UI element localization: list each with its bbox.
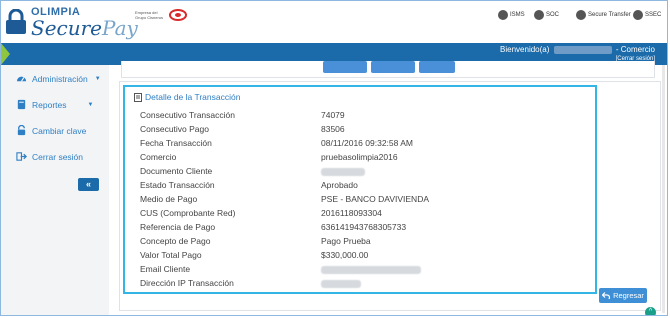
sidebar: Administración ▼ Reportes ▼ Cambiar clave … [1, 65, 109, 315]
row-value: Aprobado [321, 180, 358, 190]
sidebar-item-cambiar-clave[interactable]: Cambiar clave [16, 125, 86, 136]
transaction-detail-panel: Detalle de la Transacción Consecutivo Tr… [123, 85, 597, 294]
row-value: 08/11/2016 09:32:58 AM [321, 138, 414, 148]
detail-row: Email Cliente [140, 264, 560, 276]
sidebar-item-label: Cerrar sesión [32, 151, 84, 162]
unlock-icon [17, 125, 26, 136]
row-value: Pago Prueba [321, 236, 371, 246]
row-label: Valor Total Pago [140, 250, 202, 260]
caret-down-icon: ▼ [94, 75, 101, 82]
detail-row: Comercio pruebasolimpia2016 [140, 152, 560, 164]
row-label: Concepto de Pago [140, 236, 211, 246]
detail-title: Detalle de la Transacción [134, 92, 240, 102]
row-label: Estado Transacción [140, 180, 215, 190]
row-label: Comercio [140, 152, 177, 162]
detail-row: Concepto de Pago Pago Prueba [140, 236, 560, 248]
sign-out-icon [16, 152, 27, 161]
cert-label: SOC [546, 12, 560, 18]
row-label: Documento Cliente [140, 166, 213, 176]
secure-transfer-cert-icon [576, 10, 586, 20]
detail-title-text: Detalle de la Transacción [145, 92, 241, 102]
cert-ssec: SSEC [633, 10, 661, 20]
filter-button[interactable] [371, 61, 415, 73]
scroll-to-top-button[interactable]: ^ [645, 307, 656, 315]
sidebar-item-cerrar-sesion[interactable]: Cerrar sesión [16, 151, 83, 162]
lock-logo-icon [6, 9, 26, 34]
undo-icon [602, 292, 611, 299]
detail-row: CUS (Comprobante Red) 2016118093304 [140, 208, 560, 220]
brand-logo[interactable]: OLIMPIA SecurePay [5, 5, 138, 41]
cert-label: Secure Transfer [588, 12, 631, 18]
row-label: Dirección IP Transacción [140, 278, 234, 288]
cert-label: ISMS [510, 12, 525, 18]
soc-cert-icon [534, 10, 544, 20]
detail-row: Estado Transacción Aprobado [140, 180, 560, 192]
row-value: PSE - BANCO DAVIVIENDA [321, 194, 430, 204]
row-value: $330,000.00 [321, 250, 369, 260]
brand-securepay: SecurePay [31, 16, 138, 40]
row-label: Fecha Transacción [140, 138, 212, 148]
sidebar-item-label: Cambiar clave [32, 125, 87, 136]
detail-row: Medio de Pago PSE - BANCO DAVIVIENDA [140, 194, 560, 206]
cert-soc: SOC [534, 10, 559, 20]
collapse-sidebar-button[interactable]: « [78, 178, 99, 191]
isms-cert-icon [498, 10, 508, 20]
welcome-text: Bienvenido(a) - Comercio [500, 45, 655, 54]
detail-container: Detalle de la Transacción Consecutivo Tr… [119, 81, 661, 311]
app-window: OLIMPIA SecurePay Empresa del Grupo Cisn… [0, 0, 668, 316]
user-name-redacted [553, 45, 612, 54]
welcome-prefix: Bienvenido(a) [500, 45, 550, 54]
row-value: 2016118093304 [321, 208, 382, 218]
detail-row: Referencia de Pago 636141943768305733 [140, 222, 560, 234]
detail-row: Consecutivo Pago 83506 [140, 124, 560, 136]
row-value-redacted [321, 278, 361, 288]
detail-row: Valor Total Pago $330,000.00 [140, 250, 560, 262]
ssec-cert-icon [633, 10, 643, 20]
row-label: Consecutivo Pago [140, 124, 209, 134]
row-label: Email Cliente [140, 264, 191, 274]
row-value: pruebasolimpia2016 [321, 152, 398, 162]
accent-triangle [1, 43, 10, 65]
grupo-cisneros-logo-icon [169, 9, 187, 21]
group-text: Empresa del Grupo Cisneros [135, 10, 164, 20]
row-value-redacted [321, 264, 421, 274]
header: OLIMPIA SecurePay Empresa del Grupo Cisn… [1, 1, 667, 43]
cert-isms: ISMS [498, 10, 525, 20]
detail-row: Documento Cliente [140, 166, 560, 178]
caret-down-icon: ▼ [87, 101, 94, 108]
row-label: Referencia de Pago [140, 222, 216, 232]
filter-button[interactable] [323, 61, 367, 73]
row-value: 83506 [321, 124, 345, 134]
row-value: 636141943768305733 [321, 222, 407, 232]
row-value: 74079 [321, 110, 345, 120]
main-content: Detalle de la Transacción Consecutivo Tr… [109, 61, 667, 315]
row-label: Medio de Pago [140, 194, 198, 204]
dashboard-icon [16, 76, 27, 82]
cert-label: SSEC [645, 12, 662, 18]
detail-row: Dirección IP Transacción [140, 278, 560, 290]
sidebar-item-label: Administración [32, 73, 88, 84]
brand-secure-text: Secure [31, 16, 103, 40]
receipt-icon [134, 92, 142, 102]
sidebar-item-administracion[interactable]: Administración ▼ [16, 73, 101, 84]
detail-row: Consecutivo Transacción 74079 [140, 110, 560, 122]
back-button-label: Regresar [613, 291, 644, 300]
row-label: CUS (Comprobante Red) [140, 208, 236, 218]
row-label: Consecutivo Transacción [140, 110, 235, 120]
row-value-redacted [321, 166, 365, 176]
brand-pay-text: Pay [102, 16, 138, 40]
book-icon [17, 99, 26, 110]
filter-button[interactable] [419, 61, 455, 73]
sidebar-item-label: Reportes [32, 99, 67, 110]
detail-row: Fecha Transacción 08/11/2016 09:32:58 AM [140, 138, 560, 150]
sidebar-item-reportes[interactable]: Reportes ▼ [16, 99, 93, 110]
back-button[interactable]: Regresar [599, 288, 647, 303]
cert-secure-transfer: Secure Transfer [576, 10, 631, 20]
welcome-suffix: - Comercio [615, 45, 655, 54]
page-scrollbar[interactable] [662, 65, 665, 313]
